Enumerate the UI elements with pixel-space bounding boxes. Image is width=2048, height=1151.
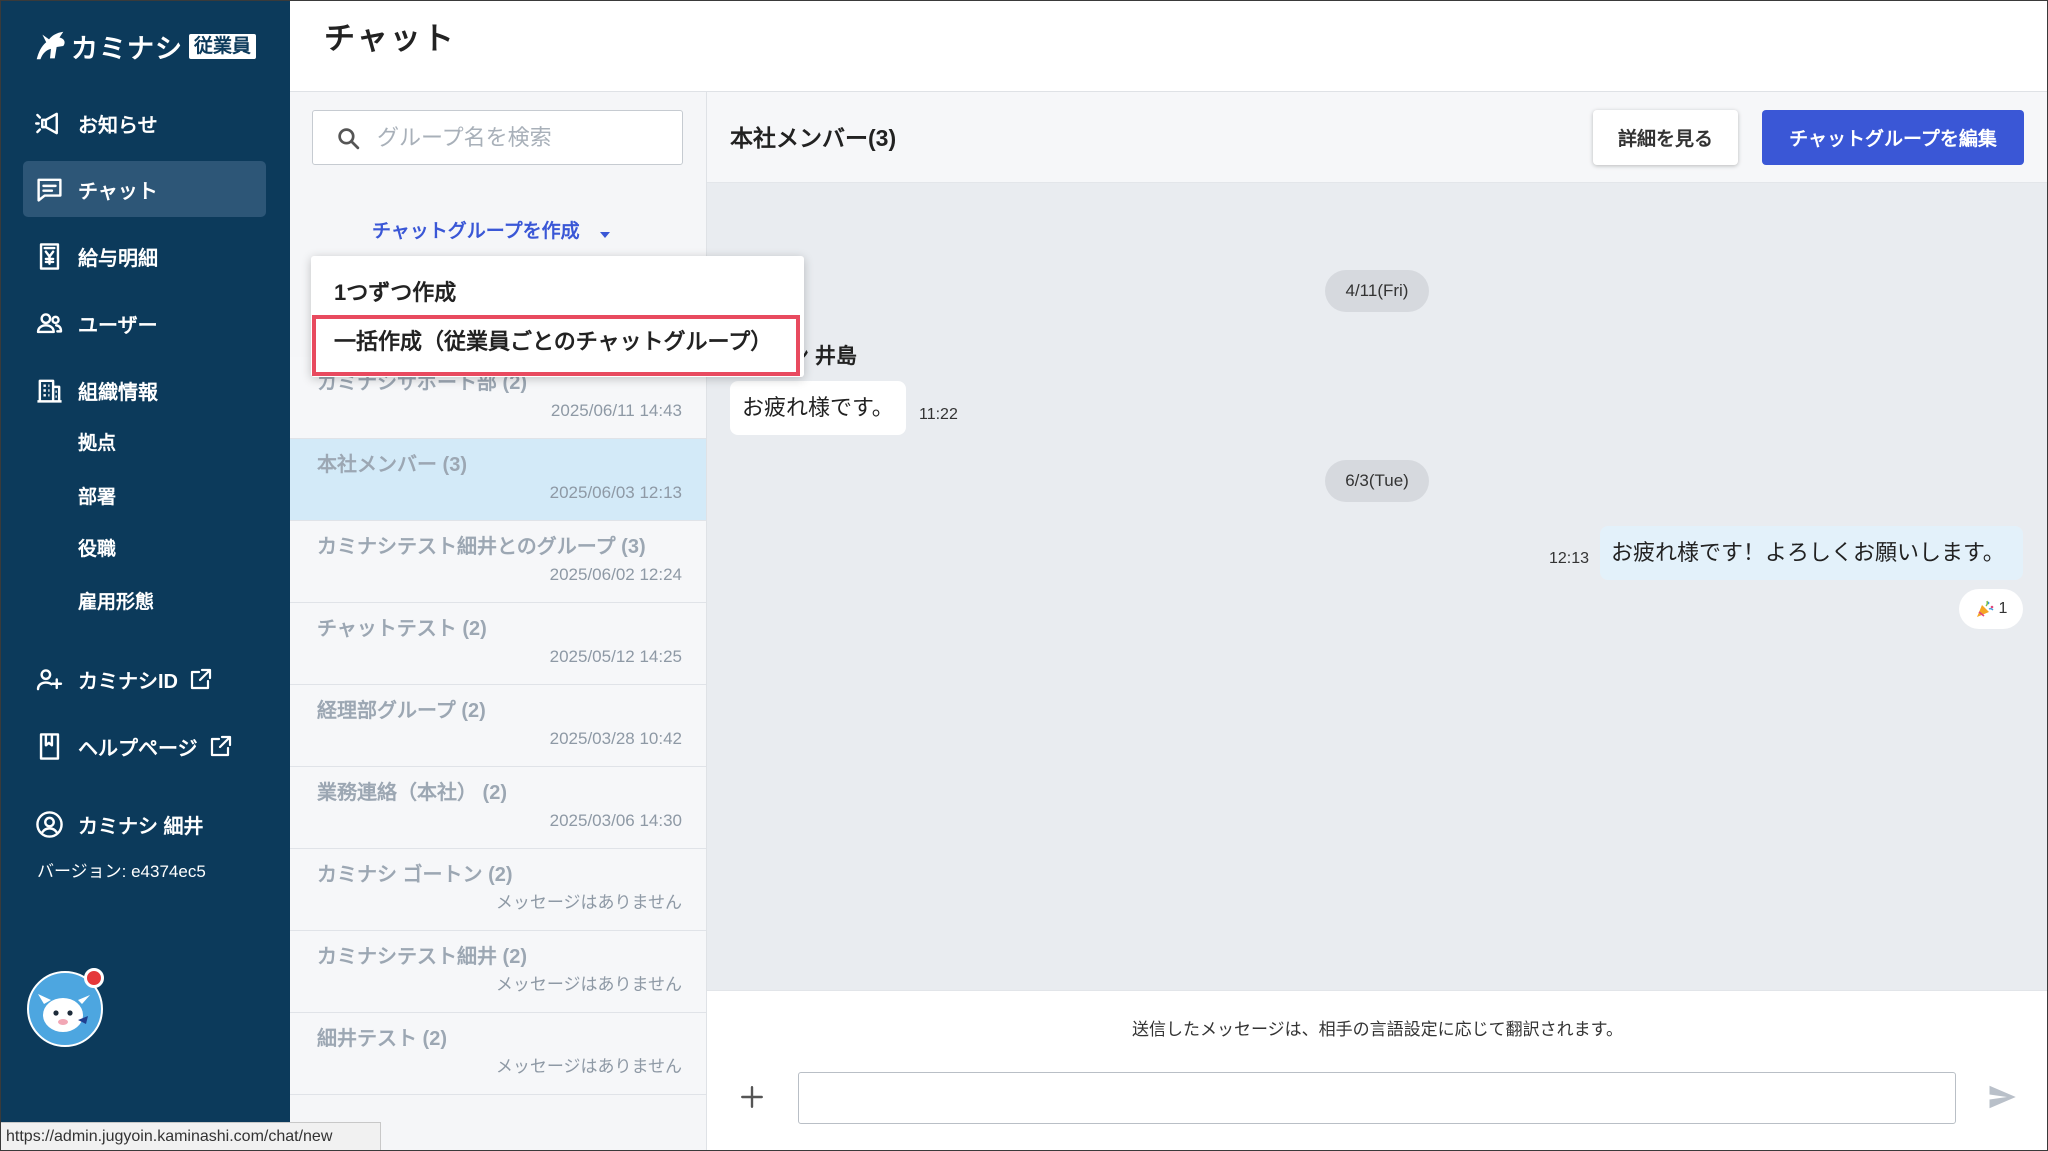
create-group-dropdown: 1つずつ作成 一括作成（従業員ごとのチャットグループ） xyxy=(311,256,804,377)
group-search-input[interactable] xyxy=(375,111,675,164)
sidebar-subitem-departments[interactable]: 部署 xyxy=(78,486,116,510)
group-row-selected[interactable]: 本社メンバー (3) 2025/06/03 12:13 xyxy=(290,439,706,521)
sidebar-item-chat[interactable]: チャット xyxy=(23,161,266,217)
message-reaction[interactable]: 1 xyxy=(1959,589,2023,629)
incoming-message-bubble[interactable]: お疲れ様です。 xyxy=(730,381,906,435)
edit-chat-group-button[interactable]: チャットグループを編集 xyxy=(1762,110,2024,165)
external-link-icon xyxy=(209,734,233,758)
page-header: チャット xyxy=(290,0,2048,92)
group-row[interactable]: チャットテスト (2) 2025/05/12 14:25 xyxy=(290,603,706,685)
date-separator: 4/11(Fri) xyxy=(1325,270,1429,312)
sidebar-item-payslip[interactable]: 給与明細 xyxy=(23,228,266,284)
group-last-activity: 2025/06/03 12:13 xyxy=(549,483,682,502)
date-separator: 6/3(Tue) xyxy=(1325,460,1429,502)
sidebar-subitem-employment-types[interactable]: 雇用形態 xyxy=(78,591,154,615)
app-logo[interactable]: カミナシ 従業員 xyxy=(31,26,257,66)
version-label: バージョン: e4374ec5 xyxy=(37,862,206,881)
external-link-icon xyxy=(189,667,213,691)
group-row[interactable]: 細井テスト (2) メッセージはありません xyxy=(290,1013,706,1095)
menu-item-create-bulk[interactable]: 一括作成（従業員ごとのチャットグループ） xyxy=(312,315,800,376)
sidebar-link-kaminashi-id[interactable]: カミナシID xyxy=(23,651,266,707)
add-user-icon xyxy=(35,665,64,694)
group-last-activity: 2025/06/11 14:43 xyxy=(550,401,682,420)
chat-group-panel: チャットグループを作成 カミナシサポート部 (2) 2025/06/11 14:… xyxy=(290,92,707,1151)
group-last-activity: 2025/03/06 14:30 xyxy=(549,811,682,830)
building-icon xyxy=(35,376,64,405)
group-last-activity: 2025/05/12 14:25 xyxy=(549,647,682,666)
menu-item-create-single[interactable]: 1つずつ作成 xyxy=(311,270,804,316)
outgoing-message-bubble[interactable]: お疲れ様です！よろしくお願いします。 xyxy=(1600,526,2023,580)
group-row[interactable]: カミナシテスト細井とのグループ (3) 2025/06/02 12:24 xyxy=(290,521,706,603)
translation-notice: 送信したメッセージは、相手の言語設定に応じて翻訳されます。 xyxy=(1132,1020,1623,1039)
sidebar-item-label: お知らせ xyxy=(78,114,158,137)
group-name: 業務連絡（本社） (2) xyxy=(317,782,507,804)
message-composer: 送信したメッセージは、相手の言語設定に応じて翻訳されます。 xyxy=(707,990,2048,1151)
browser-status-url: https://admin.jugyoin.kaminashi.com/chat… xyxy=(0,1122,381,1151)
sidebar-item-label: カミナシID xyxy=(78,670,178,693)
message-time: 11:22 xyxy=(919,406,958,423)
sidebar-item-label: 給与明細 xyxy=(78,247,158,270)
megaphone-icon xyxy=(35,109,64,138)
user-name: カミナシ 細井 xyxy=(78,815,204,838)
chat-header: 本社メンバー(3) 詳細を見る チャットグループを編集 xyxy=(707,92,2048,183)
sidebar-user-profile[interactable]: カミナシ 細井 xyxy=(23,796,266,852)
users-icon xyxy=(35,309,64,338)
group-last-activity: メッセージはありません xyxy=(495,893,682,912)
page-title: チャット xyxy=(324,21,456,56)
group-row[interactable]: カミナシテスト細井 (2) メッセージはありません xyxy=(290,931,706,1013)
group-search-box[interactable] xyxy=(312,110,683,165)
add-attachment-icon[interactable] xyxy=(739,1084,765,1110)
chat-icon xyxy=(35,175,64,204)
chevron-down-icon xyxy=(598,224,612,238)
view-details-button[interactable]: 詳細を見る xyxy=(1593,110,1738,165)
sidebar-subitem-locations[interactable]: 拠点 xyxy=(78,432,116,456)
sidebar-item-label: 組織情報 xyxy=(78,381,158,404)
group-name: 経理部グループ (2) xyxy=(317,700,486,722)
logo-badge: 従業員 xyxy=(189,33,257,59)
group-list: カミナシサポート部 (2) 2025/06/11 14:43 本社メンバー (3… xyxy=(290,357,706,1095)
group-last-activity: 2025/06/02 12:24 xyxy=(549,565,682,584)
message-time: 12:13 xyxy=(1548,550,1589,567)
sidebar: カミナシ 従業員 お知らせ チャット 給与明細 ユーザー 組織情報 拠点 部署 … xyxy=(0,0,290,1151)
group-name: チャットテスト (2) xyxy=(317,618,487,640)
group-name: 本社メンバー (3) xyxy=(317,454,467,476)
create-chat-group-button[interactable]: チャットグループを作成 xyxy=(372,216,612,242)
logo-text: カミナシ xyxy=(71,33,183,64)
payslip-icon xyxy=(35,242,64,271)
sidebar-link-help[interactable]: ヘルプページ xyxy=(23,718,266,774)
group-row[interactable]: カミナシ ゴートン (2) メッセージはありません xyxy=(290,849,706,931)
sidebar-item-label: ユーザー xyxy=(78,314,158,337)
search-icon xyxy=(336,126,361,151)
message-area[interactable]: 4/11(Fri) ン 井島 お疲れ様です。 11:22 6/3(Tue) 12… xyxy=(707,183,2048,990)
sidebar-item-label: ヘルプページ xyxy=(78,737,198,760)
sidebar-item-notices[interactable]: お知らせ xyxy=(23,95,266,151)
chat-group-title: 本社メンバー(3) xyxy=(730,125,897,151)
sidebar-item-users[interactable]: ユーザー xyxy=(23,295,266,351)
group-row[interactable]: 業務連絡（本社） (2) 2025/03/06 14:30 xyxy=(290,767,706,849)
sidebar-item-organization[interactable]: 組織情報 xyxy=(23,362,266,418)
party-popper-icon xyxy=(1975,599,1995,619)
group-name: カミナシテスト細井とのグループ (3) xyxy=(317,536,646,558)
group-name: 細井テスト (2) xyxy=(317,1028,447,1050)
sidebar-item-label: チャット xyxy=(78,180,158,203)
message-input[interactable] xyxy=(798,1072,1956,1124)
group-last-activity: メッセージはありません xyxy=(495,1057,682,1076)
user-circle-icon xyxy=(35,810,64,839)
sidebar-subitem-positions[interactable]: 役職 xyxy=(78,538,116,562)
group-row[interactable]: 経理部グループ (2) 2025/03/28 10:42 xyxy=(290,685,706,767)
book-icon xyxy=(35,732,64,761)
notification-badge xyxy=(84,968,104,988)
group-last-activity: 2025/03/28 10:42 xyxy=(549,729,682,748)
create-chat-group-label: チャットグループを作成 xyxy=(372,220,580,242)
group-name: カミナシテスト細井 (2) xyxy=(317,946,527,968)
group-last-activity: メッセージはありません xyxy=(495,975,682,994)
send-icon[interactable] xyxy=(1986,1082,2018,1112)
group-name: カミナシ ゴートン (2) xyxy=(317,864,513,886)
reaction-count: 1 xyxy=(1998,600,2008,617)
kaminashi-bird-icon xyxy=(31,27,69,65)
